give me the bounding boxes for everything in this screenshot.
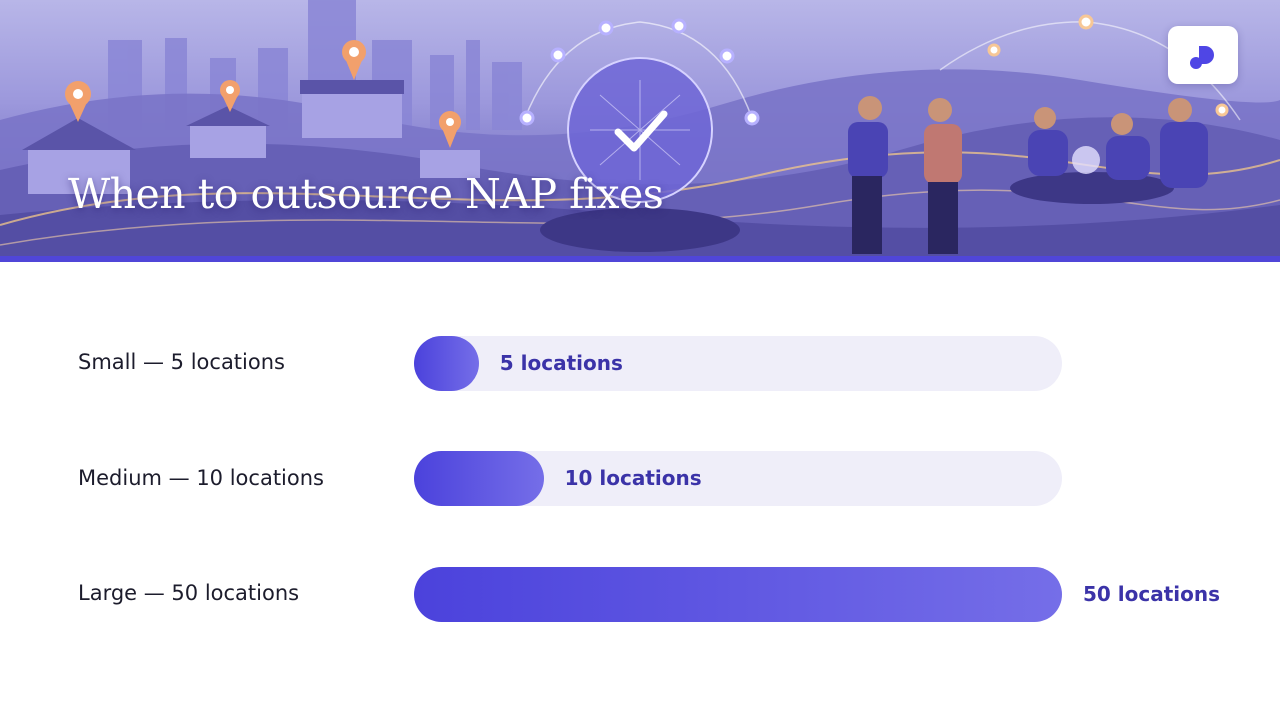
bar <box>414 567 1062 622</box>
category-label: Medium — 10 locations <box>78 466 324 490</box>
bar <box>414 336 479 391</box>
page-title: When to outsource NAP fixes <box>68 170 664 218</box>
logo-badge <box>1168 26 1238 84</box>
category-label: Large — 50 locations <box>78 581 300 605</box>
brand-logo-icon <box>1190 46 1214 69</box>
data-label: 5 locations <box>499 351 623 375</box>
category-label: Small — 5 locations <box>78 350 285 374</box>
bar-track <box>414 451 1062 506</box>
hero-banner: When to outsource NAP fixes <box>0 0 1280 256</box>
bar <box>414 451 544 506</box>
bar-track <box>414 567 1062 622</box>
data-label: 50 locations <box>1083 582 1221 606</box>
header-accent-line <box>0 256 1280 262</box>
data-label: 10 locations <box>564 466 702 490</box>
